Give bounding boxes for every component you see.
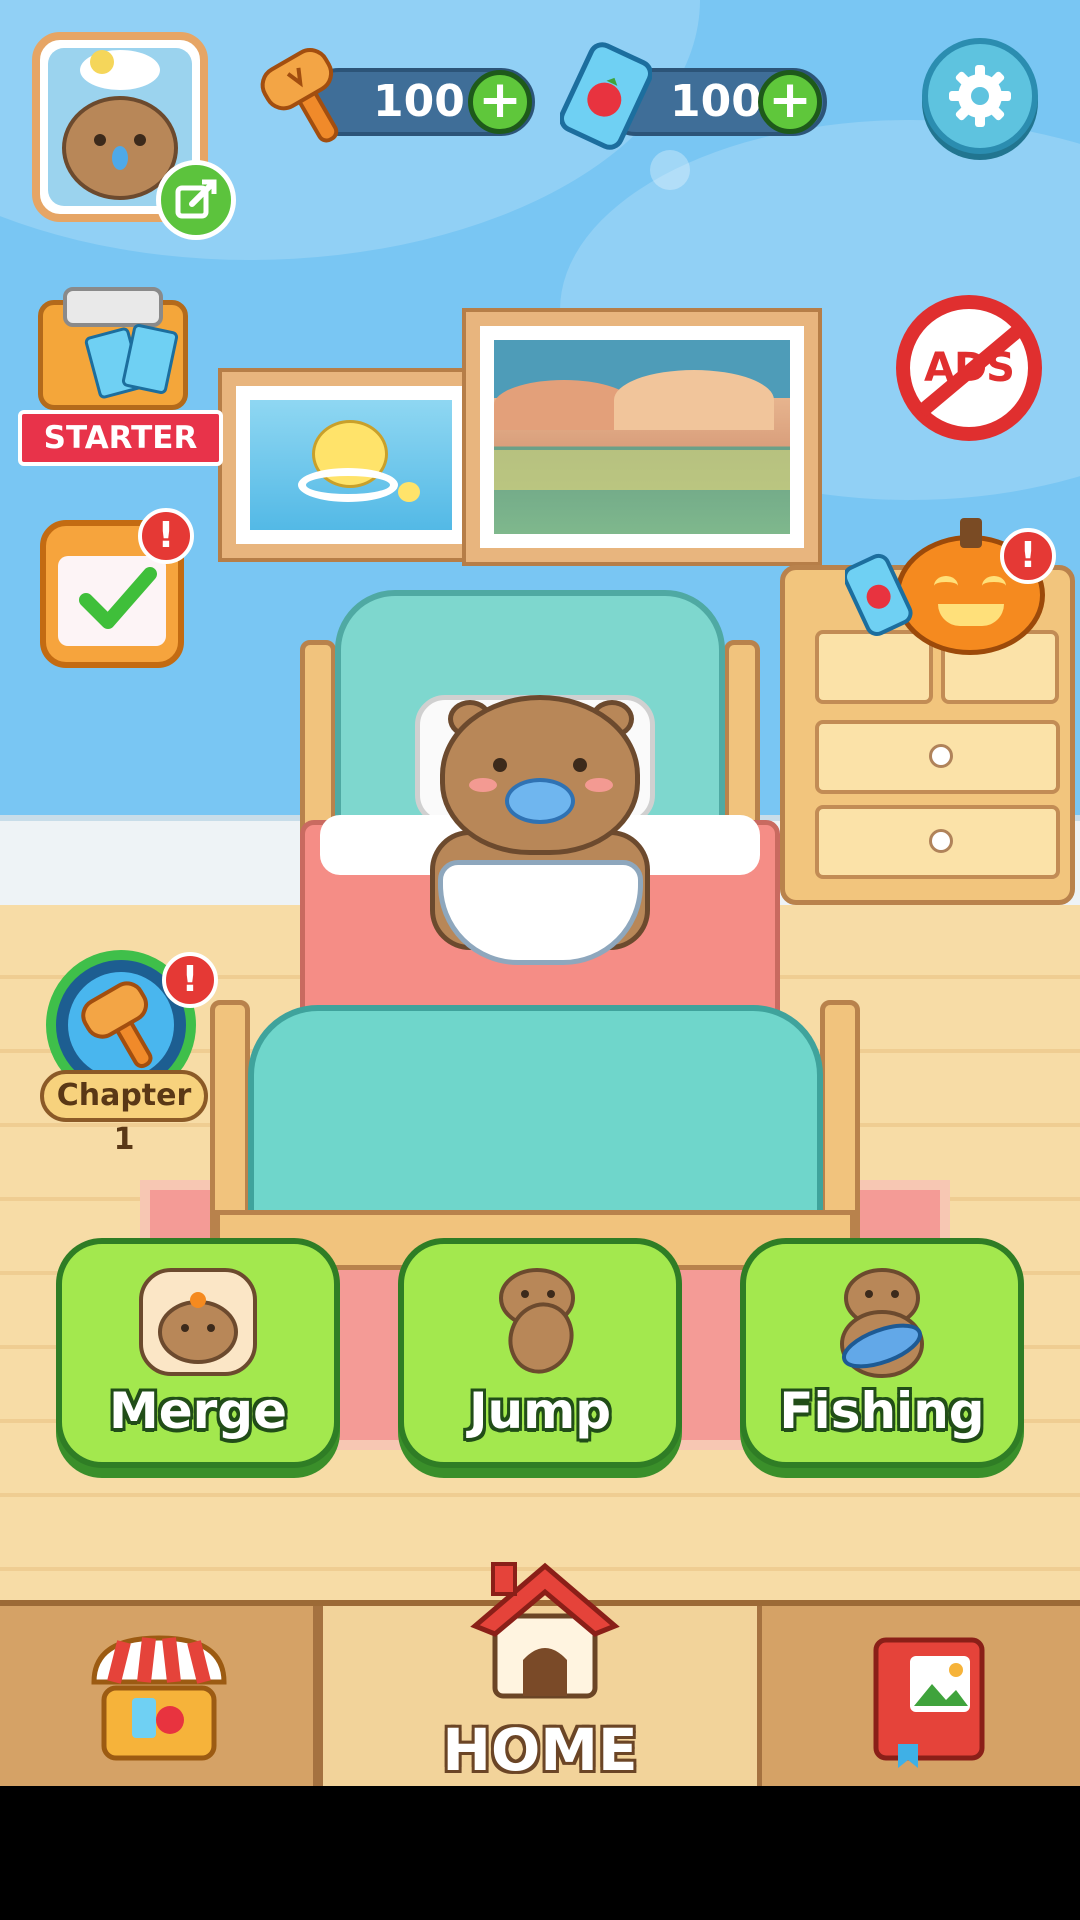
starter-label[interactable]: STARTER — [18, 410, 223, 466]
merge-mode-button[interactable]: Merge — [56, 1238, 340, 1468]
checkmark-icon — [79, 567, 157, 629]
landscape-picture-frame — [466, 312, 818, 562]
chapter-label: Chapter 1 — [40, 1070, 208, 1157]
jump-mode-button[interactable]: Jump — [398, 1238, 682, 1468]
hammer-icon — [260, 48, 339, 143]
shop-icon — [91, 1635, 227, 1761]
sleeping-capybara — [440, 695, 640, 855]
calendar-alert-badge: ! — [138, 508, 194, 564]
ticket-count: 100 — [670, 76, 762, 127]
house-icon — [470, 1562, 620, 1699]
capybara-fish-icon — [840, 1268, 924, 1378]
edit-icon — [175, 179, 217, 219]
nav-album[interactable] — [762, 1606, 1080, 1786]
jump-label: Jump — [468, 1382, 612, 1440]
hammer-icon — [81, 981, 153, 1069]
bottom-nav: HOME — [0, 1562, 1080, 1786]
gear-icon — [949, 65, 1011, 127]
pacifier — [505, 778, 575, 824]
starter-pack-button[interactable] — [38, 287, 188, 410]
room-scene — [0, 0, 1080, 1786]
bed-blanket — [248, 1005, 823, 1235]
fishing-label: Fishing — [779, 1382, 985, 1440]
settings-button[interactable] — [922, 38, 1038, 154]
capybara-toast-icon — [139, 1268, 257, 1376]
nav-shop[interactable] — [0, 1606, 318, 1786]
album-icon — [873, 1637, 985, 1768]
add-ticket-button[interactable]: + — [758, 70, 822, 134]
event-alert-badge: ! — [1000, 528, 1056, 584]
event-ticket-icon — [845, 553, 913, 636]
system-nav-area — [0, 1786, 1080, 1920]
jumping-capybara-icon — [499, 1268, 575, 1374]
remove-ads-button[interactable]: ADS — [896, 295, 1042, 441]
merge-label: Merge — [108, 1382, 288, 1440]
nav-home[interactable]: HOME — [318, 1562, 762, 1786]
fishing-mode-button[interactable]: Fishing — [740, 1238, 1024, 1468]
hammer-count: 100 — [373, 76, 465, 127]
home-label: HOME — [442, 1716, 638, 1784]
ticket-icon — [560, 42, 652, 150]
add-hammer-button[interactable]: + — [468, 70, 532, 134]
chapter-alert-badge: ! — [162, 952, 218, 1008]
duck-picture-frame — [222, 372, 480, 558]
edit-profile-button[interactable] — [156, 160, 236, 240]
